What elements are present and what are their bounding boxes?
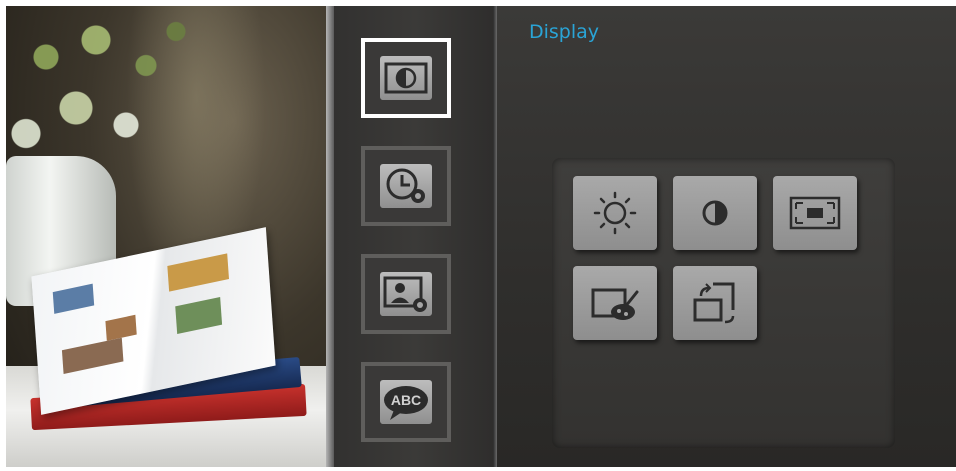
rotate-screen-button[interactable] bbox=[673, 266, 757, 340]
display-options-panel bbox=[552, 158, 895, 448]
wallpaper-photo bbox=[6, 6, 331, 467]
category-language-button[interactable]: ABC bbox=[361, 362, 451, 442]
category-display-button[interactable] bbox=[361, 38, 451, 118]
contrast-button[interactable] bbox=[673, 176, 757, 250]
rotate-screen-icon bbox=[693, 282, 735, 324]
plant-leaves bbox=[6, 6, 206, 176]
page-title: Display bbox=[529, 21, 600, 43]
color-button[interactable] bbox=[573, 266, 657, 340]
category-photo-settings-button[interactable] bbox=[361, 254, 451, 334]
language-abc-icon: ABC bbox=[380, 380, 432, 424]
panel-divider bbox=[326, 6, 334, 467]
aspect-ratio-icon bbox=[789, 196, 841, 230]
brightness-icon bbox=[593, 191, 637, 235]
category-sidebar: ABC bbox=[334, 6, 497, 467]
aspect-ratio-button[interactable] bbox=[773, 176, 857, 250]
display-contrast-icon bbox=[380, 56, 432, 100]
category-time-settings-button[interactable] bbox=[361, 146, 451, 226]
main-panel: Display bbox=[497, 6, 956, 467]
brightness-button[interactable] bbox=[573, 176, 657, 250]
clock-settings-icon bbox=[380, 164, 432, 208]
photo-settings-icon bbox=[380, 272, 432, 316]
color-palette-icon bbox=[591, 288, 639, 320]
language-abc-label: ABC bbox=[391, 392, 421, 408]
contrast-icon bbox=[702, 200, 728, 226]
